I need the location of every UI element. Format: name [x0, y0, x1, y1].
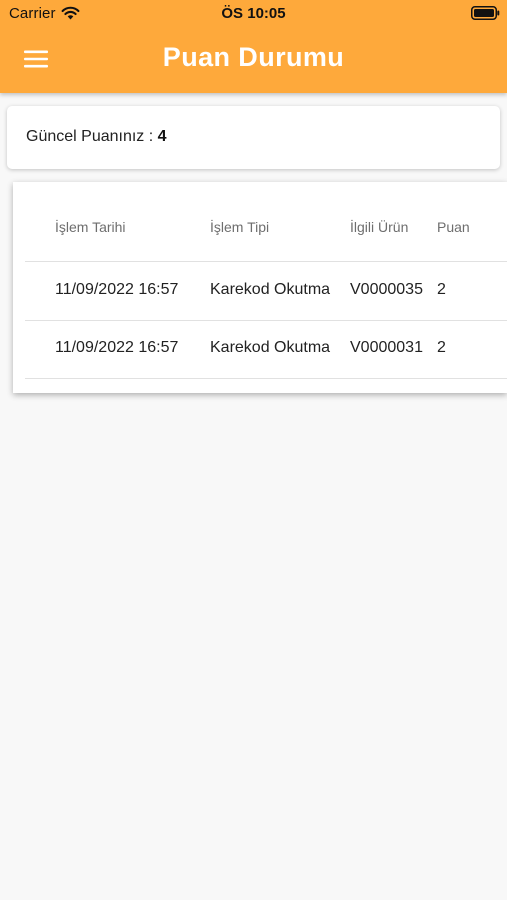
column-header-points: Puan: [437, 219, 470, 235]
points-history-table: İşlem Tarihi İşlem Tipi İlgili Ürün Puan…: [13, 182, 507, 393]
page-title: Puan Durumu: [162, 42, 345, 72]
row-transaction-type: Karekod Okutma: [210, 281, 331, 298]
row-transaction-type: Karekod Okutma: [210, 339, 331, 356]
row-transaction-date: 11/09/2022 16:57: [55, 281, 179, 298]
current-points-card: Güncel Puanınız : 4: [7, 106, 500, 169]
app-bar: Carrier ÖS 10:05 Puan Durumu: [0, 0, 507, 93]
battery-icon: [471, 6, 500, 20]
row-divider: [25, 378, 507, 379]
header-divider: [25, 261, 507, 262]
current-points-text: Güncel Puanınız : 4: [26, 128, 167, 146]
row-transaction-date: 11/09/2022 16:57: [55, 339, 179, 356]
current-points-label: Güncel Puanınız :: [26, 128, 158, 145]
column-header-transaction-date: İşlem Tarihi: [55, 219, 126, 235]
row-points: 2: [437, 339, 446, 356]
column-header-transaction-type: İşlem Tipi: [210, 219, 270, 235]
row-points: 2: [437, 281, 446, 298]
status-time: ÖS 10:05: [221, 5, 286, 22]
status-bar: Carrier ÖS 10:05: [0, 0, 507, 28]
row-related-product: V0000031: [350, 339, 423, 356]
current-points-value: 4: [157, 128, 167, 145]
row-divider: [25, 320, 507, 321]
column-header-related-product: İlgili Ürün: [350, 219, 409, 235]
row-related-product: V0000035: [350, 281, 423, 298]
